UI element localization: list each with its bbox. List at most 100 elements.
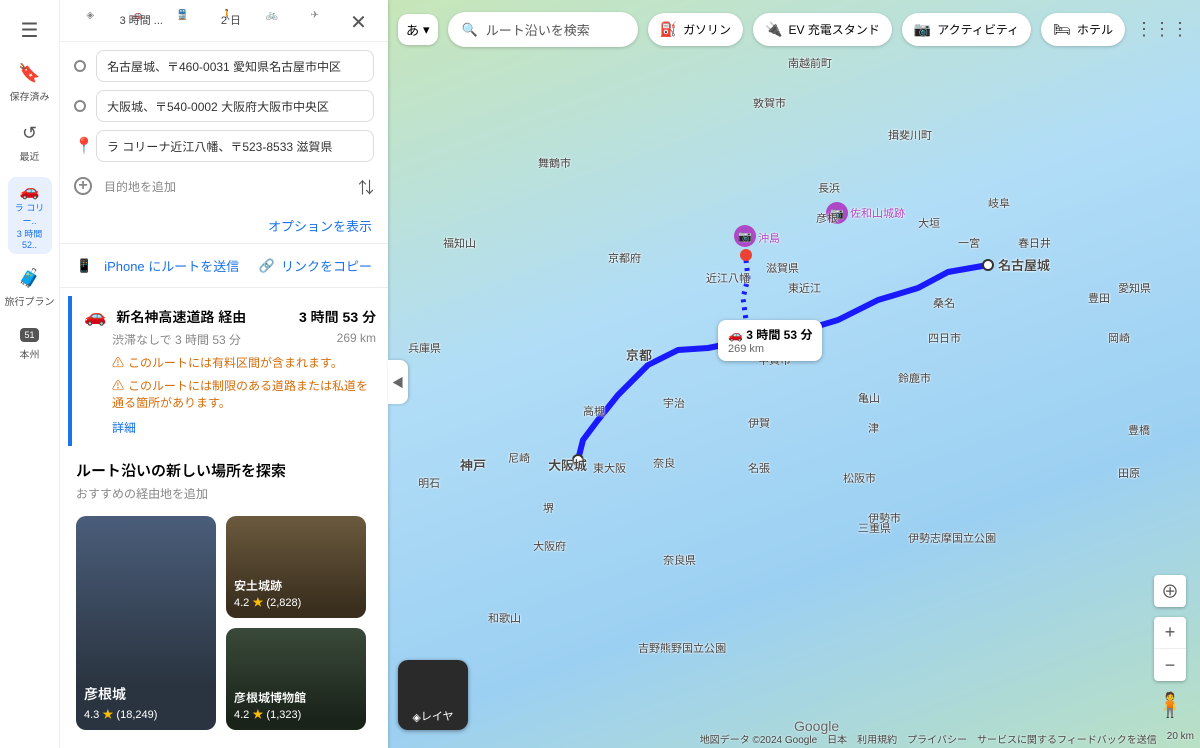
card-title: 彦根城 [84, 684, 126, 704]
label-tsu: 津 [868, 420, 879, 436]
mode-best[interactable]: ◈ [77, 10, 115, 30]
add-destination-button[interactable]: + [74, 177, 92, 195]
label-ichinomiya: 一宮 [958, 235, 980, 251]
send-to-phone-link[interactable]: iPhone にルートを送信 [104, 256, 239, 275]
recent-route-card[interactable]: 🚗 ラ コリー.. 3 時間 52.. [8, 177, 52, 254]
card-sub: 3 時間 52.. [12, 227, 48, 250]
map-top-bar: あ▾ 🔍ルート沿いを検索 ⛽ガソリン 🔌EV 充電スタンド 📷アクティビティ 🛏… [398, 12, 1190, 47]
label-aichi: 愛知県 [1118, 280, 1151, 296]
waypoint-dot-icon [74, 100, 86, 112]
label-ibigawa: 揖斐川町 [888, 127, 932, 143]
route-card[interactable]: 🚗 新名神高速道路 経由 3 時間 53 分 渋滞なしで 3 時間 53 分 2… [68, 296, 388, 446]
privacy-link[interactable]: プライバシー [907, 731, 967, 746]
label-suzuka: 鈴鹿市 [898, 370, 931, 386]
trip-plan-button[interactable]: 🧳旅行プラン [5, 262, 55, 314]
close-button[interactable]: ✕ [346, 10, 370, 35]
label-maizuru: 舞鶴市 [538, 155, 571, 171]
chevron-down-icon: ▾ [423, 22, 430, 38]
copy-link-button[interactable]: 🔗リンクをコピー [259, 256, 372, 275]
explore-card-azuchi[interactable]: 安土城跡 4.2 ★ (2,828) [226, 516, 366, 618]
label-biwako: 近江八幡 [706, 270, 750, 286]
history-icon: ↺ [22, 123, 37, 144]
bed-icon: 🛏 [1053, 21, 1071, 38]
saved-label: 保存済み [10, 88, 50, 103]
label-ise: 伊勢市 [868, 510, 901, 526]
map-controls: ⊕ + − 🧍 [1154, 575, 1186, 720]
label-osakafu: 大阪府 [533, 538, 566, 554]
destination-pin-icon: 📍 [74, 136, 86, 156]
apps-button[interactable]: ⋮⋮⋮ [1135, 19, 1189, 40]
suitcase-icon: 🧳 [18, 268, 40, 289]
car-time: 3 時間 ... [120, 12, 163, 28]
waypoints: 📍 [60, 42, 388, 174]
pill-activity[interactable]: 📷アクティビティ [902, 13, 1031, 46]
menu-button[interactable]: ☰ [21, 12, 39, 49]
car-icon: 🚗 [12, 181, 48, 201]
waypoint-input[interactable] [96, 90, 374, 122]
label-higashiosaka: 東大阪 [593, 460, 626, 476]
label-kuwana: 桑名 [933, 295, 955, 311]
route-details-link[interactable]: 詳細 [112, 419, 376, 436]
label-kasugai: 春日井 [1018, 235, 1051, 251]
label-kyoto: 京都 [626, 345, 652, 364]
search-icon: 🔍 [462, 22, 478, 38]
photo-pin-okishima[interactable]: 📷 [734, 225, 756, 247]
zoom-out-button[interactable]: − [1154, 649, 1186, 681]
car-icon: 🚗 [728, 328, 743, 342]
explore-card-museum[interactable]: 彦根城博物館 4.2 ★ (1,323) [226, 628, 366, 730]
collapse-panel-button[interactable]: ◀ [388, 360, 408, 404]
label-nagoya: 名古屋城 [998, 255, 1050, 274]
explore-section: ルート沿いの新しい場所を探索 おすすめの経由地を追加 [60, 446, 388, 506]
label-matsusaka: 松阪市 [843, 470, 876, 486]
recent-button[interactable]: ↺最近 [20, 117, 40, 169]
label-okazaki: 岡崎 [1108, 330, 1130, 346]
pill-gas[interactable]: ⛽ガソリン [648, 13, 743, 46]
label-nabari: 名張 [748, 460, 770, 476]
region-badge[interactable]: 51本州 [20, 322, 40, 367]
language-chip[interactable]: あ▾ [398, 14, 438, 45]
label-hyogo: 兵庫県 [408, 340, 441, 356]
destination-input[interactable] [96, 130, 374, 162]
card-rating: 4.3 ★ (18,249) [84, 706, 157, 722]
origin-input[interactable] [96, 50, 374, 82]
pill-label: ガソリン [683, 21, 731, 38]
recenter-button[interactable]: ⊕ [1154, 575, 1186, 607]
mode-bike[interactable]: 🚲 [257, 10, 295, 30]
link-icon: 🔗 [259, 258, 275, 274]
map-canvas[interactable]: あ▾ 🔍ルート沿いを検索 ⛽ガソリン 🔌EV 充電スタンド 📷アクティビティ 🛏… [388, 0, 1200, 748]
plane-icon: ✈ [311, 10, 331, 30]
layers-label: レイヤ [421, 708, 454, 724]
mode-car[interactable]: 🚗3 時間 ... [122, 10, 160, 30]
pill-ev[interactable]: 🔌EV 充電スタンド [753, 13, 892, 46]
explore-sub: おすすめの経由地を追加 [76, 485, 372, 502]
route-tooltip: 🚗 3 時間 53 分 269 km [718, 320, 822, 361]
zoom-in-button[interactable]: + [1154, 617, 1186, 649]
reverse-button[interactable]: ⇅ [358, 174, 374, 198]
mode-flight[interactable]: ✈ [302, 10, 340, 30]
origin-dot-icon [74, 60, 86, 72]
country-link[interactable]: 日本 [827, 731, 847, 746]
feedback-link[interactable]: サービスに関するフィードバックを送信 [977, 731, 1157, 746]
mode-walk[interactable]: 🚶2 日 [212, 10, 250, 30]
explore-cards: 彦根城 4.3 ★ (18,249) 安土城跡 4.2 ★ (2,828) 彦根… [60, 506, 388, 740]
mode-transit[interactable]: 🚆 [167, 10, 205, 30]
label-shiga: 滋賀県 [766, 260, 799, 276]
camera-icon: 📷 [914, 21, 931, 38]
layers-button[interactable]: ◈ レイヤ [398, 660, 468, 730]
directions-icon: ◈ [86, 10, 106, 30]
pegman-button[interactable]: 🧍 [1154, 691, 1186, 720]
saved-button[interactable]: 🔖 保存済み [10, 57, 50, 109]
pill-hotel[interactable]: 🛏ホテル [1041, 13, 1125, 46]
label-kobe: 神戸 [460, 455, 486, 474]
route-options-link[interactable]: オプションを表示 [60, 208, 388, 244]
terms-link[interactable]: 利用規約 [857, 731, 897, 746]
label-uji: 宇治 [663, 395, 685, 411]
label-okishima: 沖島 [758, 230, 780, 246]
add-dest-label: 目的地を追加 [104, 178, 358, 195]
label-yoshino: 吉野熊野国立公園 [638, 640, 726, 656]
label-ogaki: 大垣 [918, 215, 940, 231]
explore-card-hikone[interactable]: 彦根城 4.3 ★ (18,249) [76, 516, 216, 730]
bookmark-icon: 🔖 [18, 63, 40, 84]
search-along-route[interactable]: 🔍ルート沿いを検索 [448, 12, 638, 47]
bike-icon: 🚲 [266, 10, 286, 30]
